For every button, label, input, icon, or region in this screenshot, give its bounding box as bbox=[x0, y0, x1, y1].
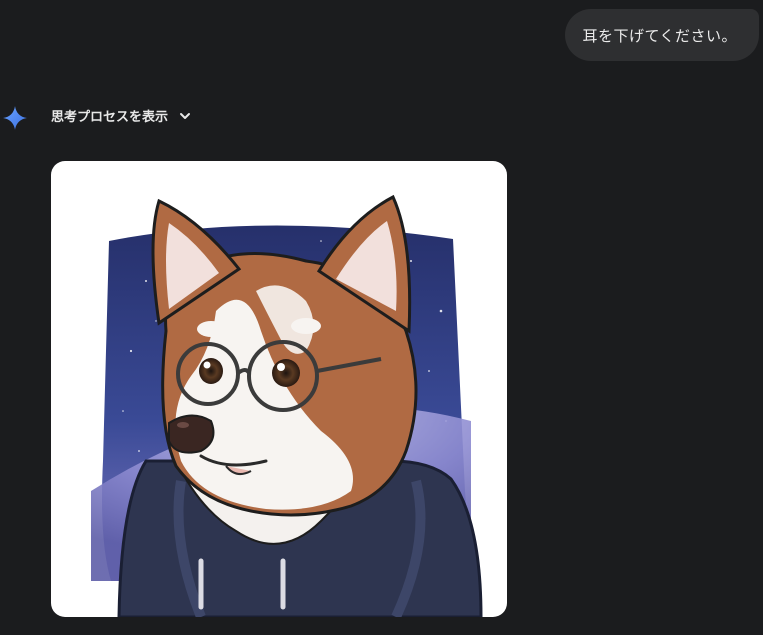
show-thinking-label: 思考プロセスを表示 bbox=[51, 110, 169, 125]
show-thinking-button[interactable]: 思考プロセスを表示 bbox=[51, 106, 192, 125]
chevron-down-icon bbox=[180, 112, 191, 119]
generated-image[interactable] bbox=[51, 161, 507, 617]
user-message-text: 耳を下げてください。 bbox=[582, 26, 737, 45]
gemini-spark-icon bbox=[3, 106, 27, 130]
user-message-bubble: 耳を下げてください。 bbox=[565, 9, 759, 61]
dog-illustration bbox=[91, 194, 483, 617]
